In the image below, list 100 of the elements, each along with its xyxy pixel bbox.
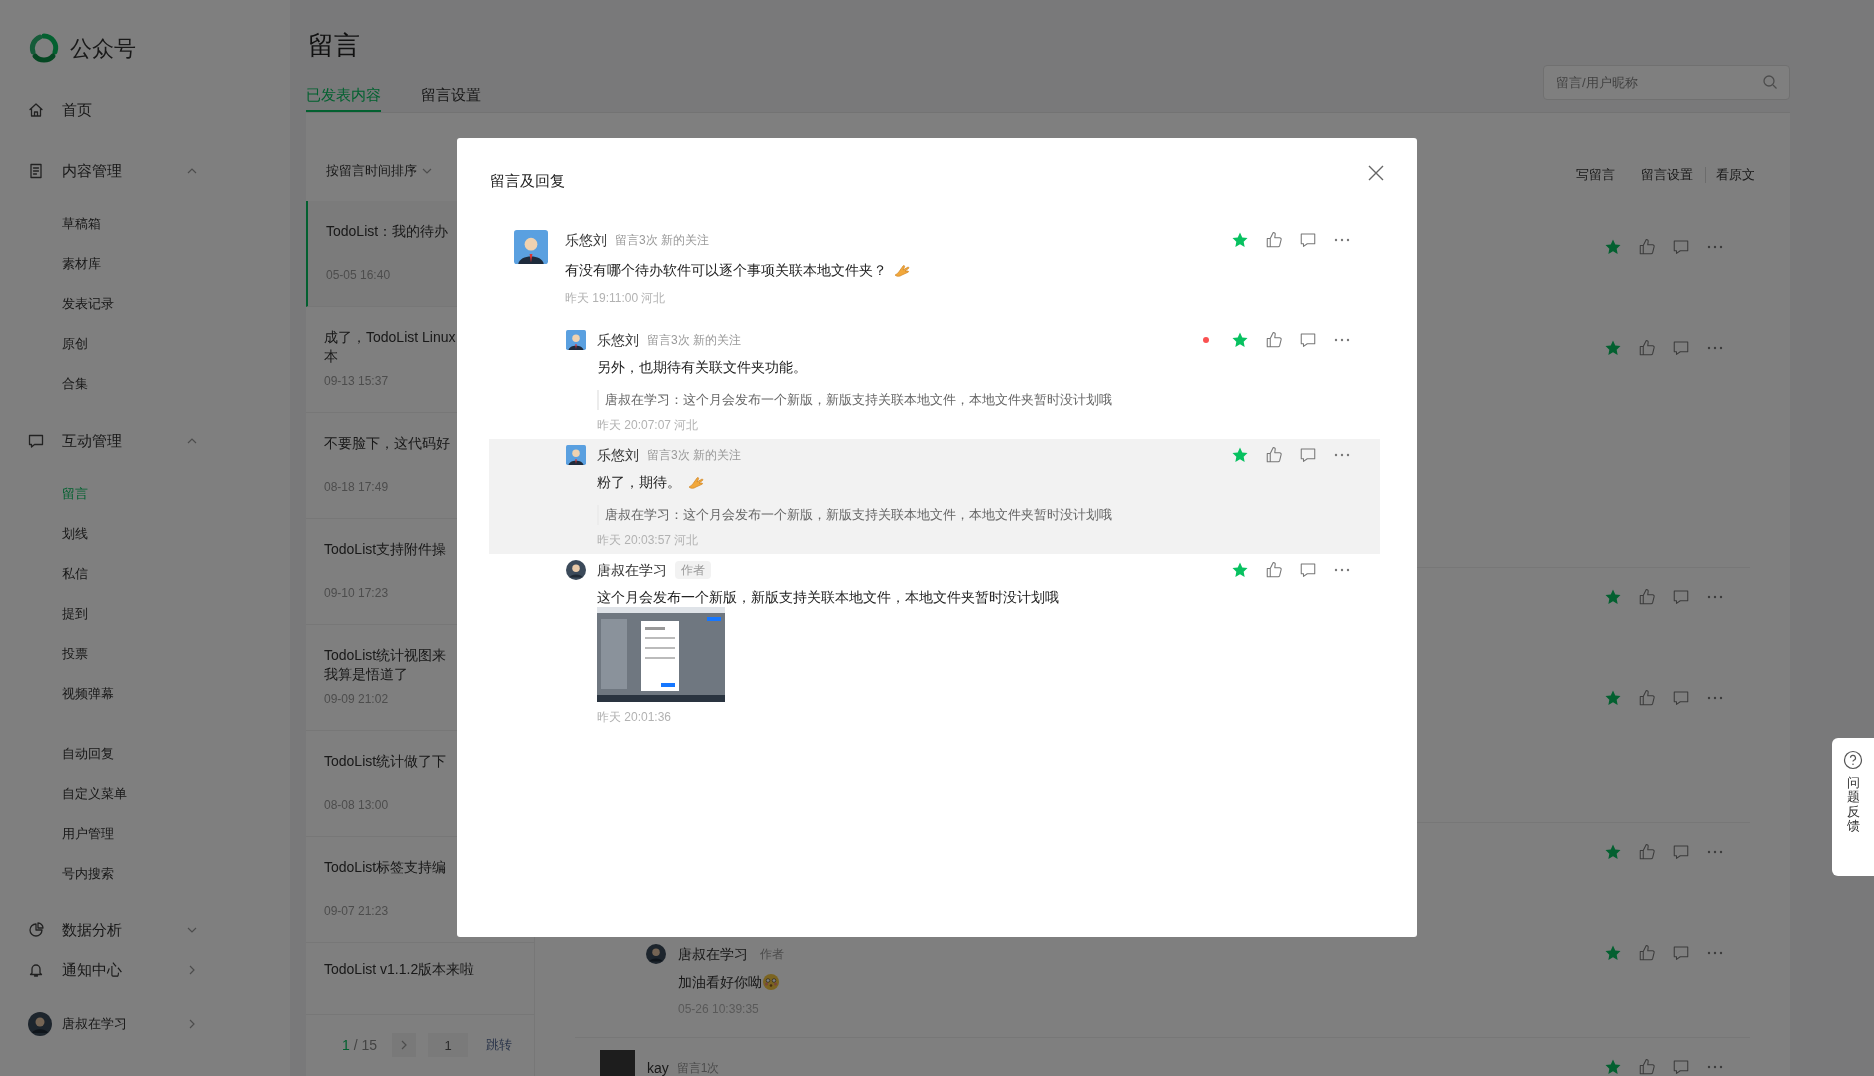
- sub-nav-item[interactable]: 投票: [0, 634, 290, 674]
- sub-nav-item[interactable]: 私信: [0, 554, 290, 594]
- panel-link[interactable]: 写留言: [1576, 165, 1615, 185]
- thumbs-up-icon[interactable]: [1638, 339, 1656, 357]
- comment-icon[interactable]: [1299, 446, 1317, 464]
- page-current: 1: [342, 1035, 350, 1055]
- thumbs-up-icon[interactable]: [1265, 446, 1283, 464]
- panel-link[interactable]: 看原文: [1716, 165, 1755, 185]
- comment-time: 昨天 19:11:00 河北: [565, 290, 667, 307]
- star-icon[interactable]: [1604, 588, 1622, 606]
- nav-item[interactable]: 通知中心: [0, 950, 290, 990]
- bell-icon: [28, 962, 44, 978]
- sub-nav-item[interactable]: 发表记录: [0, 284, 290, 324]
- section-header[interactable]: 数据分析: [0, 910, 290, 950]
- sub-nav-item[interactable]: 提到: [0, 594, 290, 634]
- user-name: 唐叔在学习: [597, 560, 667, 580]
- photo-avatar-placeholder: [566, 330, 586, 350]
- sub-nav-item[interactable]: 合集: [0, 364, 290, 404]
- close-button[interactable]: [1367, 164, 1385, 182]
- star-icon[interactable]: [1231, 561, 1249, 579]
- comment-time: 昨天 20:03:57 河北: [597, 532, 700, 549]
- sub-nav-item[interactable]: 划线: [0, 514, 290, 554]
- author-badge: 作者: [675, 561, 711, 579]
- user-name: 乐悠刘: [597, 330, 639, 350]
- comment-time: 昨天 20:07:07 河北: [597, 417, 700, 434]
- comment-icon[interactable]: [1299, 231, 1317, 249]
- article-title: 成了，TodoList Linux: [324, 328, 457, 347]
- home-icon: [28, 102, 44, 118]
- comment-text: 加油看好你呦: [678, 973, 762, 992]
- comment-text: 有没有哪个待办软件可以逐个事项关联本地文件夹？: [565, 261, 887, 280]
- flushed-face-emoji-icon: [762, 973, 780, 991]
- comment-text: 粉了，期待。: [597, 473, 681, 492]
- star-icon[interactable]: [1604, 944, 1622, 962]
- user-name: 唐叔在学习: [678, 944, 748, 964]
- sub-nav-item[interactable]: 自定义菜单: [0, 774, 290, 814]
- sub-nav-item[interactable]: 原创: [0, 324, 290, 364]
- sub-nav-item[interactable]: 用户管理: [0, 814, 290, 854]
- star-icon[interactable]: [1604, 339, 1622, 357]
- nav-item[interactable]: 首页: [0, 90, 290, 130]
- thumbs-up-icon[interactable]: [1265, 331, 1283, 349]
- logo-icon: [28, 32, 60, 64]
- star-icon[interactable]: [1231, 231, 1249, 249]
- comment-icon[interactable]: [1672, 944, 1690, 962]
- user-name: 乐悠刘: [597, 445, 639, 465]
- star-icon[interactable]: [1231, 331, 1249, 349]
- comment-icon[interactable]: [1672, 238, 1690, 256]
- chat-bubble-icon: [28, 433, 44, 449]
- tab[interactable]: 留言设置: [421, 85, 481, 112]
- thumbs-up-icon[interactable]: [1265, 561, 1283, 579]
- comment-icon[interactable]: [1672, 689, 1690, 707]
- sub-nav-item[interactable]: 号内搜索: [0, 854, 290, 894]
- comment-icon[interactable]: [1299, 561, 1317, 579]
- comment-text: 这个月会发布一个新版，新版支持关联本地文件，本地文件夹暂时没计划哦: [597, 588, 1059, 607]
- section-header[interactable]: 互动管理: [0, 421, 290, 461]
- feedback-tab[interactable]: 问题反馈: [1832, 738, 1874, 876]
- photo-placeholder: [600, 1050, 635, 1076]
- avatar-icon: [28, 1012, 52, 1036]
- comment-icon[interactable]: [1299, 331, 1317, 349]
- page-total: / 15: [353, 1035, 378, 1055]
- jump-link[interactable]: 跳转: [486, 1035, 513, 1055]
- thumbs-up-icon[interactable]: [1638, 689, 1656, 707]
- article-item[interactable]: TodoList v1.1.2版本来啦: [306, 943, 534, 1015]
- section-header[interactable]: 内容管理: [0, 151, 290, 191]
- panel-link[interactable]: 留言设置: [1641, 165, 1693, 185]
- article-title: TodoList v1.1.2版本来啦: [324, 960, 476, 979]
- article-title: TodoList统计视图来: [324, 646, 448, 665]
- article-title: 本: [324, 347, 339, 366]
- article-title: TodoList：我的待办: [326, 222, 450, 241]
- page-input[interactable]: 1: [428, 1033, 469, 1057]
- sub-nav-item[interactable]: 自动回复: [0, 734, 290, 774]
- comment-icon[interactable]: [1672, 588, 1690, 606]
- star-icon[interactable]: [1604, 843, 1622, 861]
- quoted-reply: 唐叔在学习：这个月会发布一个新版，新版支持关联本地文件，本地文件夹暂时没计划哦: [597, 390, 1112, 410]
- thumbs-up-icon[interactable]: [1638, 944, 1656, 962]
- logo-text: 公众号: [70, 34, 136, 63]
- user-menu[interactable]: 唐叔在学习: [0, 1004, 290, 1044]
- star-icon[interactable]: [1604, 238, 1622, 256]
- comment-icon[interactable]: [1672, 843, 1690, 861]
- thumbs-up-icon[interactable]: [1638, 843, 1656, 861]
- thumbs-up-icon[interactable]: [1265, 231, 1283, 249]
- star-icon[interactable]: [1604, 689, 1622, 707]
- user-meta: 留言3次 新的关注: [615, 232, 709, 249]
- quoted-reply: 唐叔在学习：这个月会发布一个新版，新版支持关联本地文件，本地文件夹暂时没计划哦: [597, 505, 1112, 525]
- star-icon[interactable]: [1231, 446, 1249, 464]
- user-meta: 留言3次 新的关注: [647, 447, 741, 464]
- star-icon[interactable]: [1604, 1058, 1622, 1076]
- thumbs-up-icon[interactable]: [1638, 1058, 1656, 1076]
- next-page-button[interactable]: [392, 1033, 417, 1057]
- user-meta: 留言3次 新的关注: [647, 332, 741, 349]
- comment-icon[interactable]: [1672, 1058, 1690, 1076]
- sub-nav-item[interactable]: 视频弹幕: [0, 674, 290, 714]
- thumbs-up-icon[interactable]: [1638, 588, 1656, 606]
- sub-nav-item[interactable]: 草稿箱: [0, 204, 290, 244]
- pie-chart-icon: [28, 922, 44, 938]
- article-title: 不要脸下，这代码好: [324, 434, 451, 453]
- comment-icon[interactable]: [1672, 339, 1690, 357]
- article-title: TodoList标签支持编: [324, 858, 448, 877]
- sub-nav-item[interactable]: 素材库: [0, 244, 290, 284]
- thumbs-up-icon[interactable]: [1638, 238, 1656, 256]
- avatar-icon: [646, 944, 666, 964]
